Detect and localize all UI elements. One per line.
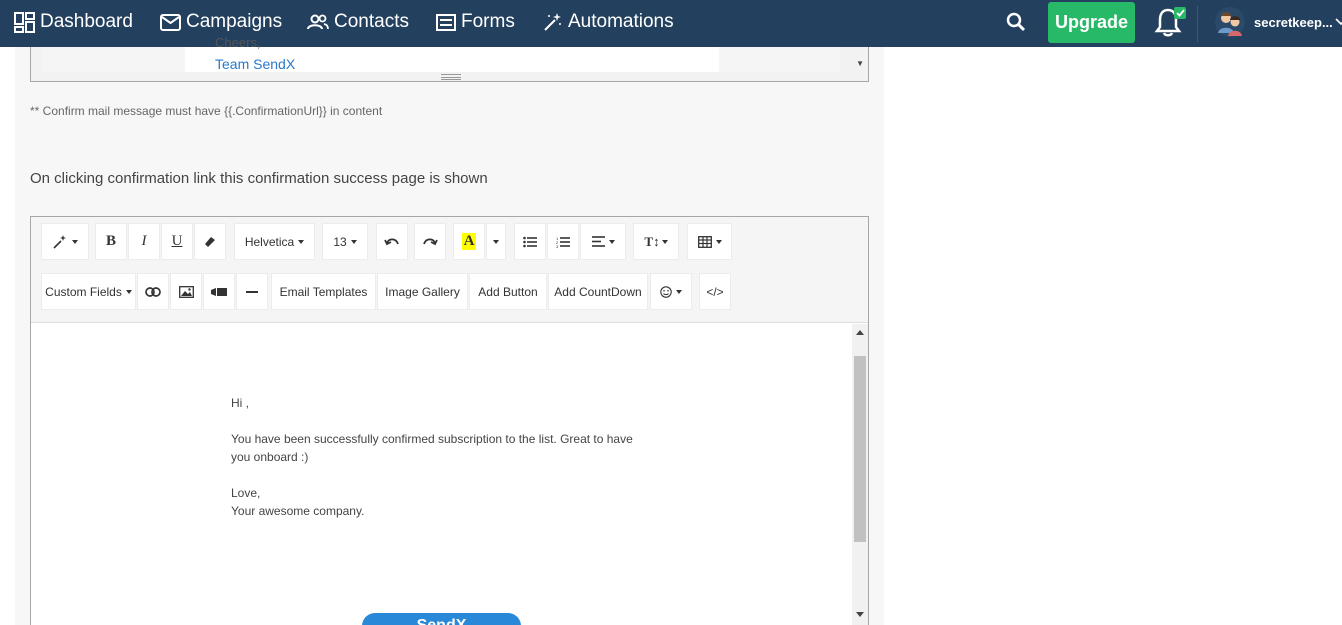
search-icon[interactable] xyxy=(1006,12,1026,32)
horizontal-rule-icon xyxy=(246,290,258,293)
editor-scrollbar[interactable] xyxy=(852,324,868,625)
font-family-dropdown[interactable]: Helvetica xyxy=(234,223,315,260)
message-love: Love, xyxy=(231,486,261,500)
success-page-editor: B I U Helvetica 13 A 123 T↕ Custom Field… xyxy=(30,216,869,625)
underline-button[interactable]: U xyxy=(161,223,193,260)
scroll-down-arrow[interactable] xyxy=(856,612,864,617)
align-dropdown[interactable] xyxy=(580,223,626,260)
editor-body[interactable]: Hi , You have been successfully confirme… xyxy=(31,324,852,625)
numbered-list-button[interactable]: 123 xyxy=(547,223,579,260)
code-view-button[interactable]: </> xyxy=(699,273,731,310)
custom-fields-label: Custom Fields xyxy=(45,284,122,299)
cheers-text: Cheers, xyxy=(215,35,261,50)
horizontal-rule-button[interactable] xyxy=(236,273,268,310)
table-dropdown[interactable] xyxy=(687,223,732,260)
clear-format-button[interactable] xyxy=(194,223,226,260)
add-button-button[interactable]: Add Button xyxy=(469,273,547,310)
nav-forms-label: Forms xyxy=(461,11,515,32)
resize-handle[interactable] xyxy=(441,74,461,80)
email-paper: Cheers, Team SendX xyxy=(185,35,719,72)
bold-button[interactable]: B xyxy=(95,223,127,260)
nav-automations-label: Automations xyxy=(568,11,674,32)
nav-contacts-label: Contacts xyxy=(334,11,409,32)
eraser-icon xyxy=(205,236,215,247)
magic-wand-icon xyxy=(544,13,561,31)
video-button[interactable] xyxy=(203,273,235,310)
custom-fields-dropdown[interactable]: Custom Fields xyxy=(41,273,136,310)
top-navbar: Dashboard Campaigns Contacts Forms Autom… xyxy=(0,0,1342,47)
user-name: secretkeep... xyxy=(1254,14,1333,30)
users-icon xyxy=(307,14,329,30)
envelope-icon xyxy=(160,13,181,31)
scrollbar-thumb[interactable] xyxy=(854,356,866,542)
message-greeting: Hi , xyxy=(231,396,249,410)
nav-contacts[interactable]: Contacts xyxy=(307,0,409,44)
team-sendx-text: Team SendX xyxy=(215,56,296,72)
message-line-2: you onboard :) xyxy=(231,450,309,464)
line-height-dropdown[interactable]: T↕ xyxy=(633,223,679,260)
image-icon xyxy=(178,285,194,298)
chevron-down-icon xyxy=(1335,18,1342,26)
text-color-icon: A xyxy=(461,233,477,250)
bell-icon[interactable] xyxy=(1154,6,1188,38)
align-left-icon xyxy=(591,236,605,247)
bullet-list-button[interactable] xyxy=(514,223,546,260)
confirm-mail-editor: Cheers, Team SendX ▼ xyxy=(30,35,869,82)
magic-button[interactable] xyxy=(41,223,89,260)
video-icon xyxy=(211,287,227,296)
nav-automations[interactable]: Automations xyxy=(543,0,674,44)
scroll-up-arrow[interactable] xyxy=(856,330,864,335)
success-page-description: On clicking confirmation link this confi… xyxy=(30,170,488,187)
message-line-1: You have been successfully confirmed sub… xyxy=(231,432,633,446)
avatar-icon xyxy=(1215,7,1245,37)
redo-button[interactable] xyxy=(414,223,446,260)
link-icon xyxy=(145,286,161,297)
link-button[interactable] xyxy=(137,273,169,310)
table-icon xyxy=(697,235,712,248)
undo-button[interactable] xyxy=(376,223,408,260)
nav-dashboard-label: Dashboard xyxy=(40,11,133,32)
editor-canvas: Cheers, Team SendX xyxy=(42,35,840,72)
emoji-dropdown[interactable] xyxy=(650,273,692,310)
smiley-icon xyxy=(660,285,672,298)
form-icon xyxy=(436,13,456,31)
bullet-list-icon xyxy=(523,236,537,247)
message-company: Your awesome company. xyxy=(231,504,365,518)
text-color-dropdown[interactable] xyxy=(486,223,506,260)
scroll-down-arrow[interactable]: ▼ xyxy=(856,59,864,68)
redo-icon xyxy=(423,237,438,245)
sendx-button[interactable]: SendX xyxy=(362,613,521,625)
editor-toolbar: B I U Helvetica 13 A 123 T↕ Custom Field… xyxy=(31,217,868,323)
image-gallery-button[interactable]: Image Gallery xyxy=(377,273,468,310)
nav-campaigns-label: Campaigns xyxy=(186,11,283,32)
text-color-button[interactable]: A xyxy=(453,223,485,260)
user-menu[interactable]: secretkeep... xyxy=(1214,6,1342,38)
dashboard-icon xyxy=(14,11,35,33)
email-templates-button[interactable]: Email Templates xyxy=(271,273,376,310)
magic-wand-icon xyxy=(53,234,66,249)
nav-forms[interactable]: Forms xyxy=(436,0,515,44)
confirm-url-note: ** Confirm mail message must have {{.Con… xyxy=(30,104,383,118)
image-button[interactable] xyxy=(170,273,202,310)
svg-text:3: 3 xyxy=(556,244,559,248)
line-height-icon: T↕ xyxy=(644,233,660,249)
upgrade-button[interactable]: Upgrade xyxy=(1048,2,1135,43)
add-countdown-button[interactable]: Add CountDown xyxy=(548,273,648,310)
font-size-value: 13 xyxy=(333,234,347,249)
nav-dashboard[interactable]: Dashboard xyxy=(14,0,133,44)
italic-button[interactable]: I xyxy=(128,223,160,260)
nav-divider xyxy=(1197,6,1198,42)
font-family-value: Helvetica xyxy=(244,234,295,249)
undo-icon xyxy=(384,237,399,245)
numbered-list-icon: 123 xyxy=(556,236,570,248)
font-size-dropdown[interactable]: 13 xyxy=(322,223,368,260)
